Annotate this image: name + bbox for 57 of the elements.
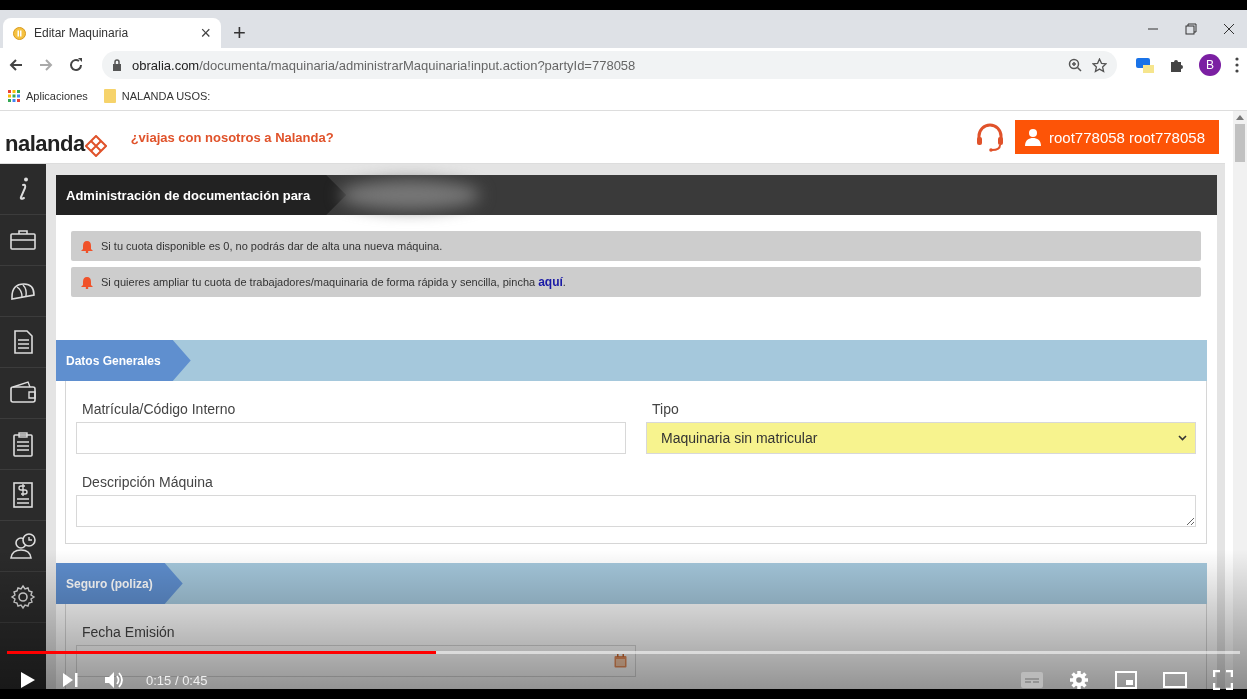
lock-icon	[112, 59, 122, 71]
progress-track[interactable]	[7, 651, 1240, 654]
extension-badge-icon[interactable]	[1135, 56, 1155, 74]
bookmark-item[interactable]: NALANDA USOS:	[103, 89, 211, 103]
play-icon[interactable]	[20, 671, 36, 689]
close-icon[interactable]	[1223, 23, 1235, 35]
worker-clock-icon	[9, 532, 37, 560]
bell-icon	[81, 239, 93, 253]
section-title: Datos Generales	[56, 340, 191, 381]
field-label: Tipo	[651, 401, 680, 417]
volume-icon[interactable]	[104, 671, 124, 689]
new-tab-button[interactable]: +	[233, 22, 246, 44]
field-label: Matrícula/Código Interno	[81, 401, 237, 417]
tab-close-button[interactable]: ×	[200, 24, 211, 42]
puzzle-icon[interactable]	[1169, 57, 1185, 73]
textarea-field[interactable]	[76, 495, 1196, 527]
settings-icon	[9, 583, 37, 611]
bell-icon	[81, 275, 93, 289]
profile-avatar[interactable]: B	[1199, 54, 1221, 76]
bookmark-item[interactable]: Aplicaciones	[8, 90, 88, 102]
headset-icon[interactable]	[975, 122, 1005, 152]
tab-title: Editar Maquinaria	[34, 26, 130, 40]
alert-text: Si tu cuota disponible es 0, no podrás dar de alta una nueva máquina.	[101, 240, 443, 252]
input-field[interactable]	[76, 422, 626, 454]
chevron-down-icon	[1178, 435, 1187, 441]
back-icon[interactable]	[8, 57, 24, 73]
video-time: 0:15 / 0:45	[146, 672, 208, 688]
theater-mode-icon[interactable]	[1163, 672, 1187, 688]
field-label: Descripción Máquina	[81, 474, 214, 490]
browser-tab[interactable]: Editar Maquinaria ×	[3, 18, 221, 48]
restore-icon[interactable]	[1185, 23, 1197, 35]
field-label: Fecha Emisión	[81, 624, 176, 640]
settings-icon[interactable]	[1069, 670, 1089, 690]
star-icon[interactable]	[1092, 57, 1107, 73]
apps-grid-icon	[8, 90, 20, 102]
address-bar[interactable]: obralia.com/documenta/maquinaria/administrarMaquinaria!input.action?partyId=778058	[102, 51, 1117, 79]
info-icon	[17, 177, 29, 201]
miniplayer-icon[interactable]	[1115, 671, 1137, 689]
favicon-icon	[13, 26, 26, 40]
calendar-icon	[614, 654, 627, 668]
scroll-up-icon[interactable]	[1236, 115, 1244, 120]
user-icon	[1025, 128, 1041, 146]
reload-icon[interactable]	[68, 57, 84, 73]
tagline-link[interactable]: ¿viajas con nosotros a Nalanda?	[130, 129, 334, 145]
logo-mark-icon	[84, 135, 107, 157]
more-icon[interactable]	[1235, 57, 1239, 73]
section-title: Seguro (poliza)	[56, 563, 183, 604]
type-dropdown[interactable]: Maquinaria sin matricular	[646, 422, 1196, 454]
date-field[interactable]	[76, 645, 636, 677]
scrollbar-thumb[interactable]	[1235, 124, 1245, 162]
here-link[interactable]: aquí	[538, 275, 563, 289]
next-icon[interactable]	[62, 672, 78, 688]
folder-icon	[103, 89, 116, 103]
zoom-icon[interactable]	[1068, 58, 1082, 72]
logo-wordmark: nalanda	[5, 131, 85, 157]
fullscreen-icon[interactable]	[1213, 670, 1233, 690]
alert-text: Si quieres ampliar tu cuota de trabajadores/maquinaria de forma rápida y sencilla, pincha aquí.	[101, 275, 566, 289]
